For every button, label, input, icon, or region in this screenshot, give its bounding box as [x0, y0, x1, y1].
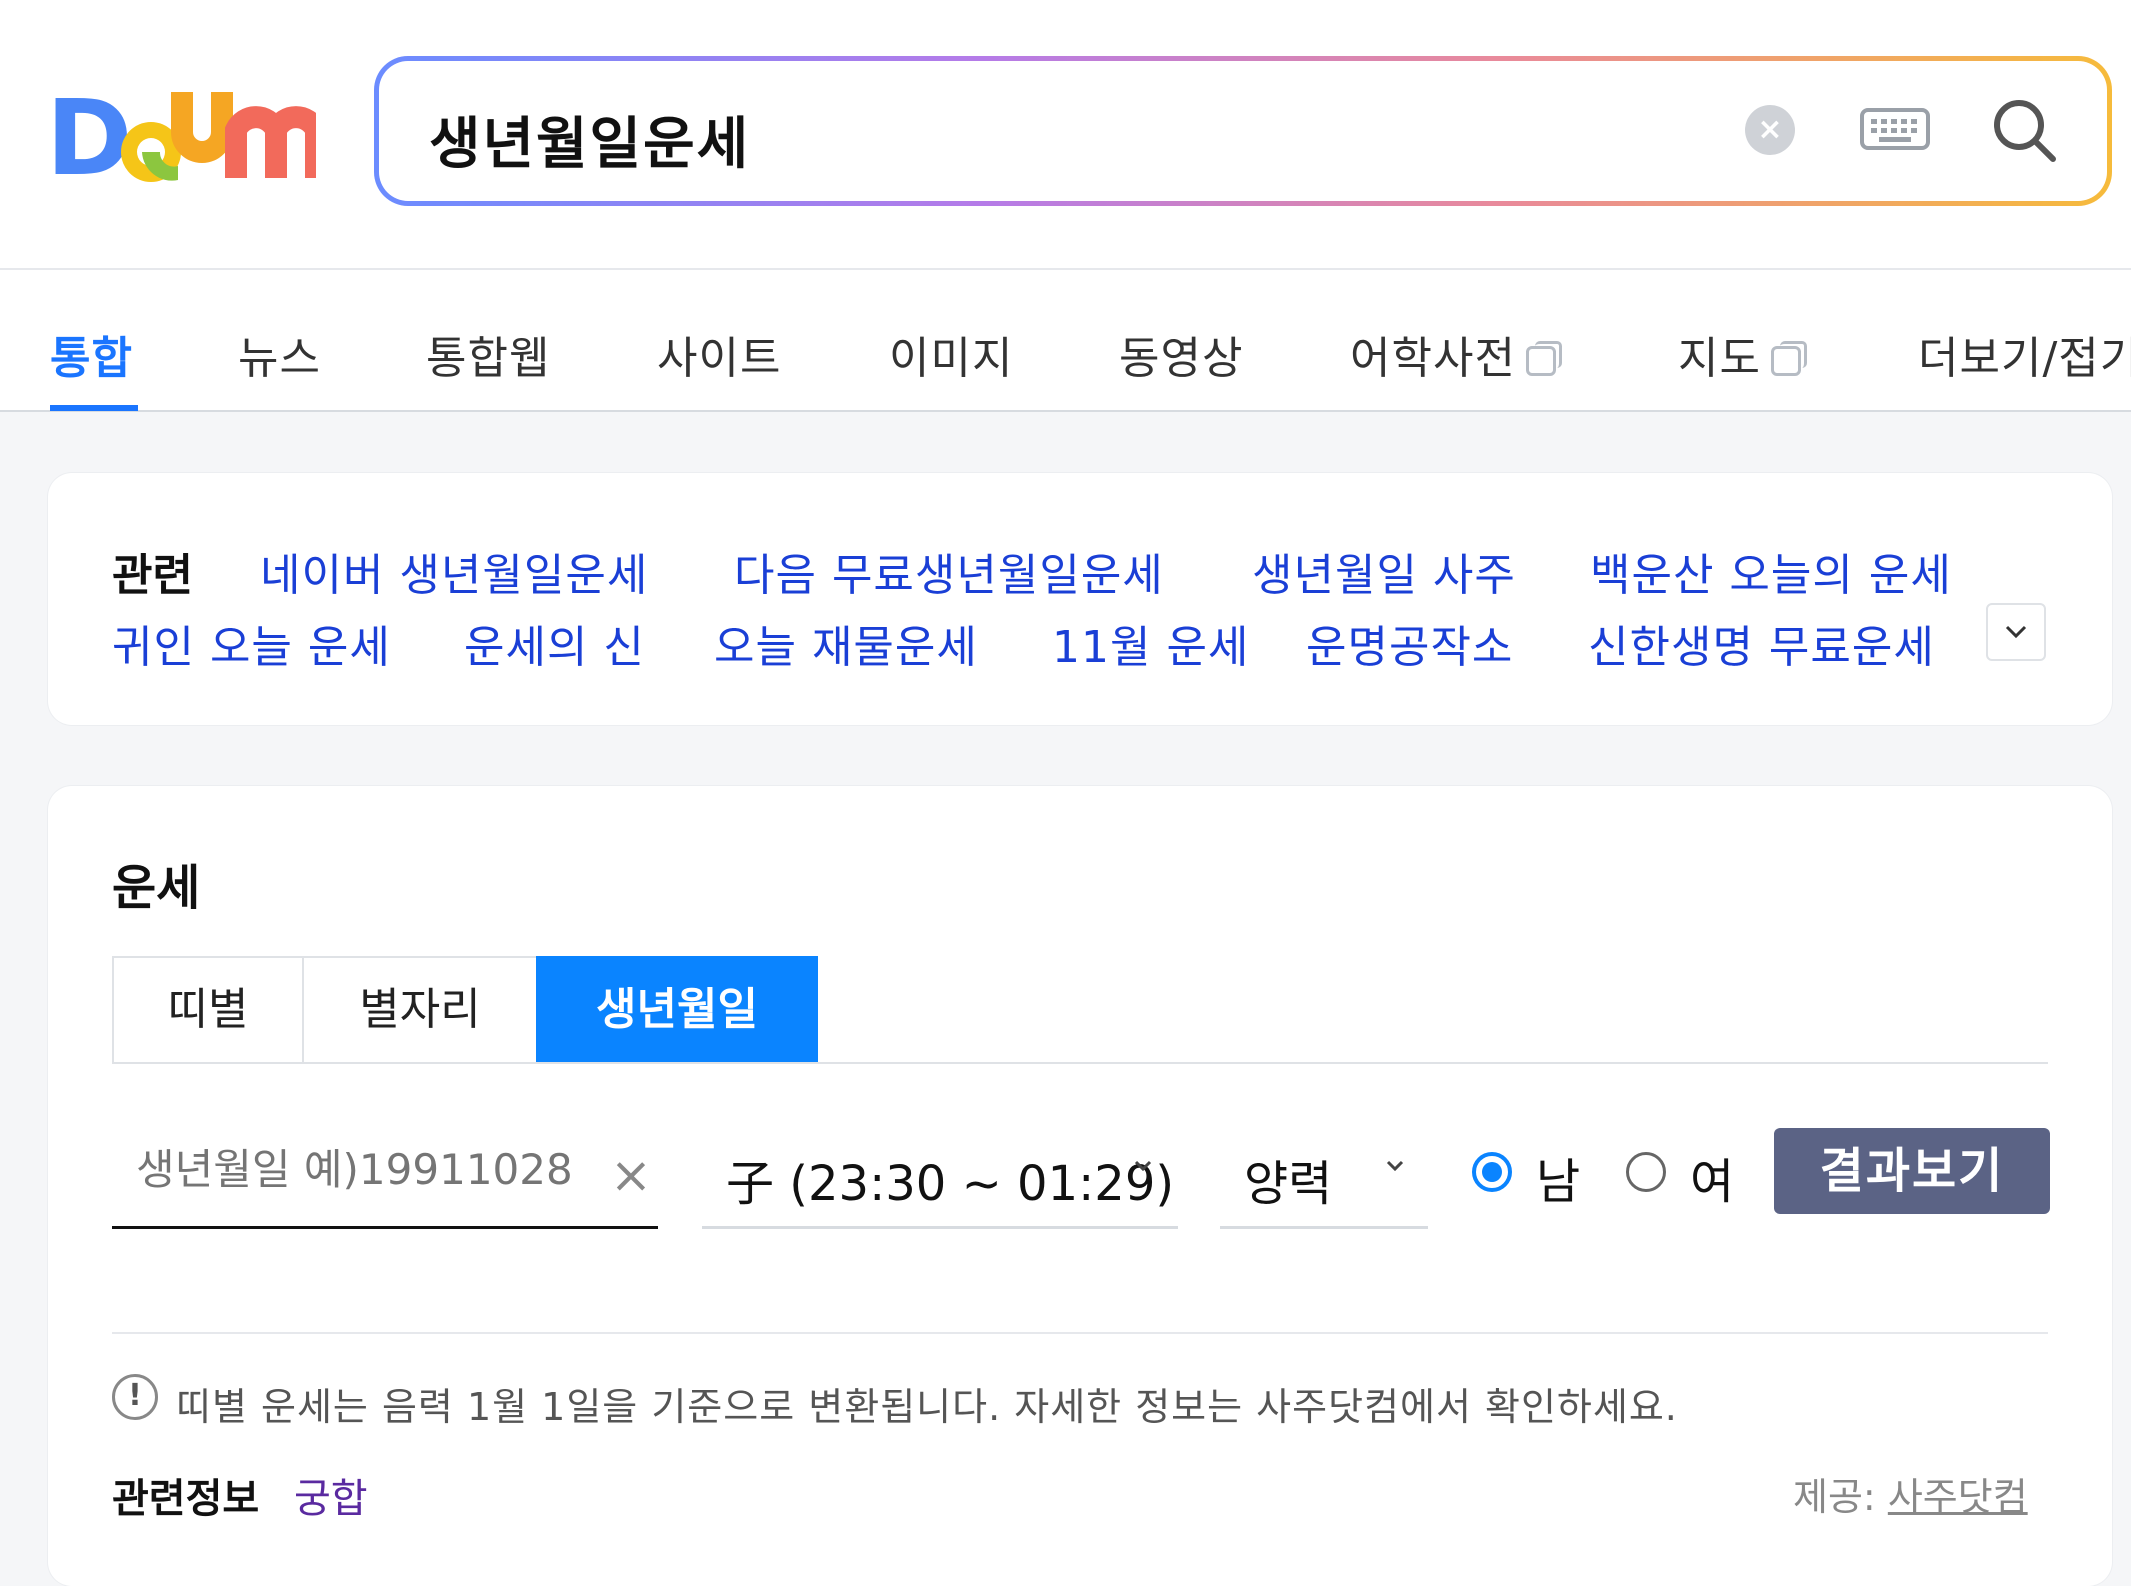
tab-news[interactable]: 뉴스: [238, 322, 321, 386]
related-info-label: 관련정보: [112, 1476, 260, 1522]
compatibility-link[interactable]: 궁합: [294, 1466, 368, 1524]
tab-constellation[interactable]: 별자리: [302, 956, 538, 1064]
show-result-button[interactable]: 결과보기: [1774, 1128, 2050, 1214]
tab-dictionary-label: 어학사전: [1350, 333, 1516, 384]
top-bar: D 생년월일운세 ×: [0, 0, 2131, 270]
related-link[interactable]: 귀인 오늘 운세: [112, 611, 391, 675]
search-input[interactable]: 생년월일운세: [429, 99, 750, 180]
birthdate-field[interactable]: ×: [112, 1138, 658, 1229]
keyboard-icon[interactable]: [1859, 105, 1931, 153]
external-link-icon: [1770, 341, 1807, 376]
tab-dictionary[interactable]: 어학사전: [1350, 322, 1562, 386]
provider-link[interactable]: 사주닷컴: [1888, 1475, 2028, 1519]
provider-prefix: 제공:: [1793, 1475, 1876, 1519]
birthdate-input[interactable]: [134, 1144, 598, 1195]
related-link[interactable]: 다음 무료생년월일운세: [734, 539, 1164, 603]
related-link[interactable]: 운세의 신: [464, 611, 645, 675]
gender-female-label[interactable]: 여: [1690, 1142, 1734, 1212]
tab-all[interactable]: 통합: [50, 322, 133, 386]
birth-time-value: 子 (23:30 ~ 01:29): [726, 1156, 1175, 1212]
gender-female-radio[interactable]: [1626, 1152, 1666, 1192]
calendar-type-select[interactable]: 양력: [1220, 1138, 1428, 1229]
tab-map-label: 지도: [1678, 333, 1761, 384]
clear-search-button[interactable]: ×: [1745, 105, 1795, 155]
related-link[interactable]: 생년월일 사주: [1252, 539, 1516, 603]
fortune-title: 운세: [112, 860, 201, 916]
search-box[interactable]: 생년월일운세 ×: [374, 56, 2112, 206]
tab-map[interactable]: 지도: [1678, 322, 1807, 386]
gender-male-radio[interactable]: [1472, 1152, 1512, 1192]
related-link[interactable]: 백운산 오늘의 운세: [1590, 539, 1952, 603]
info-icon: !: [112, 1374, 158, 1420]
search-icon[interactable]: [1991, 97, 2057, 163]
chevron-down-icon: [1386, 1160, 1404, 1172]
close-icon[interactable]: ×: [610, 1146, 652, 1204]
calendar-type-value: 양력: [1244, 1156, 1333, 1212]
fortune-widget: 운세 띠별 별자리 생년월일 × 子 (23:30 ~ 01:29) 양력 남 …: [48, 786, 2112, 1586]
search-tabs: 통합 뉴스 통합웹 사이트 이미지 동영상 어학사전 지도 더보기/접기: [0, 270, 2131, 412]
related-link[interactable]: 운명공작소: [1306, 611, 1513, 675]
tab-site[interactable]: 사이트: [657, 322, 781, 386]
external-link-icon: [1525, 341, 1562, 376]
tab-image[interactable]: 이미지: [889, 322, 1013, 386]
related-link[interactable]: 네이버 생년월일운세: [260, 539, 648, 603]
segment-divider: [112, 1062, 2048, 1064]
gender-male-label[interactable]: 남: [1536, 1142, 1580, 1212]
tab-more[interactable]: 더보기/접기: [1918, 322, 2131, 386]
divider: [112, 1332, 2048, 1334]
tab-web[interactable]: 통합웹: [426, 322, 550, 386]
provider: 제공: 사주닷컴: [1793, 1466, 2028, 1521]
related-label: 관련: [112, 550, 193, 601]
related-searches-card: 관련 네이버 생년월일운세 다음 무료생년월일운세 생년월일 사주 백운산 오늘…: [48, 473, 2112, 725]
related-link[interactable]: 11월 운세: [1052, 611, 1249, 675]
daum-logo[interactable]: D: [46, 78, 316, 188]
svg-text:D: D: [46, 78, 132, 188]
chevron-down-icon: [1134, 1160, 1152, 1172]
close-icon: ×: [1757, 112, 1783, 147]
chevron-down-icon: [2005, 625, 2027, 639]
birth-time-select[interactable]: 子 (23:30 ~ 01:29): [702, 1138, 1178, 1229]
related-link[interactable]: 신한생명 무료운세: [1588, 611, 1958, 675]
tab-birthdate[interactable]: 생년월일: [536, 956, 818, 1064]
expand-related-button[interactable]: [1986, 603, 2046, 661]
related-link[interactable]: 오늘 재물운세: [714, 611, 978, 675]
notice-text: 띠별 운세는 음력 1월 1일을 기준으로 변환됩니다. 자세한 정보는 사주닷…: [176, 1385, 1678, 1429]
active-tab-indicator: [50, 405, 138, 411]
tab-video[interactable]: 동영상: [1119, 322, 1243, 386]
tab-zodiac-animal[interactable]: 띠별: [112, 956, 304, 1064]
